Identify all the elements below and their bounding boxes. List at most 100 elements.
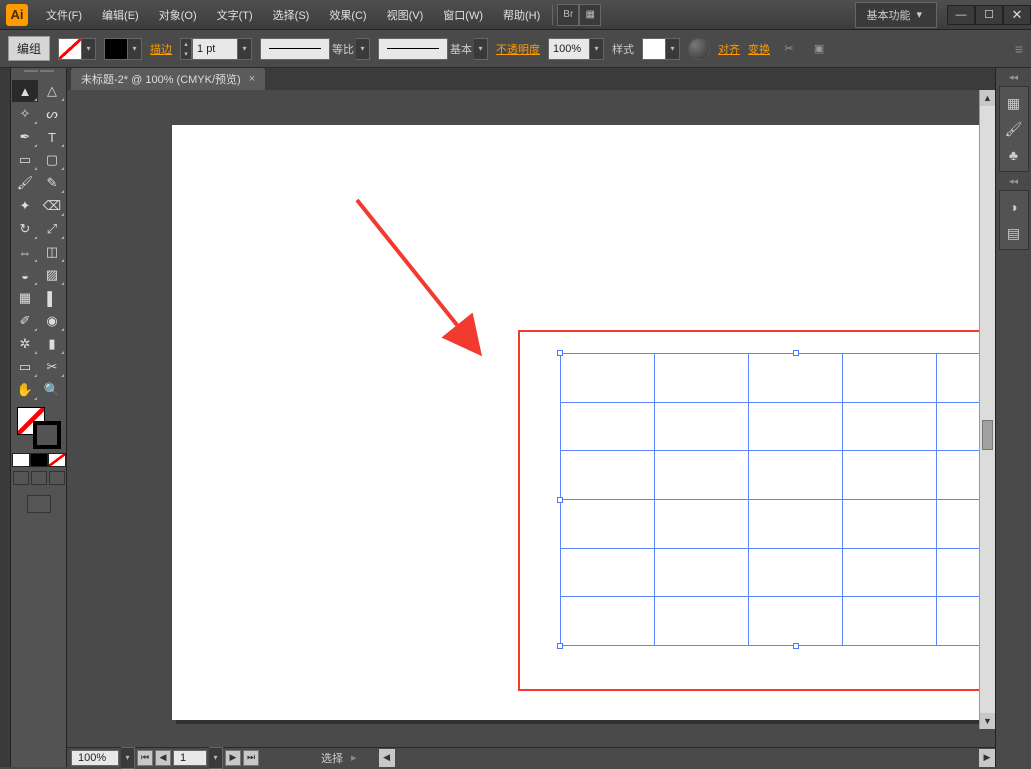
rectangular-grid-object[interactable] xyxy=(560,353,995,646)
color-mode-none[interactable] xyxy=(48,453,66,467)
menu-object[interactable]: 对象(O) xyxy=(151,3,205,27)
width-profile-dropdown[interactable]: ▾ xyxy=(356,38,370,60)
arrange-documents-button[interactable]: ▦ xyxy=(579,4,601,26)
brush-group[interactable]: 基本 ▾ xyxy=(378,38,488,60)
stroke-weight-dropdown[interactable]: ▾ xyxy=(238,38,252,60)
menu-effect[interactable]: 效果(C) xyxy=(321,3,374,27)
selection-handle-sw[interactable] xyxy=(557,643,563,649)
weight-increase[interactable]: ▴ xyxy=(181,39,191,49)
stroke-dropdown[interactable]: ▾ xyxy=(128,38,142,60)
blob-brush-tool[interactable]: ✦ xyxy=(12,195,38,217)
perspective-grid-tool[interactable]: ▨ xyxy=(39,264,65,286)
menu-select[interactable]: 选择(S) xyxy=(265,3,318,27)
document-tab[interactable]: 未标题-2* @ 100% (CMYK/预览) × xyxy=(71,68,265,90)
dock-expand-top[interactable]: ◂◂ xyxy=(999,72,1029,82)
menu-file[interactable]: 文件(F) xyxy=(38,3,90,27)
pencil-tool[interactable]: ✎ xyxy=(39,172,65,194)
recolor-artwork-button[interactable] xyxy=(688,38,710,60)
bridge-button[interactable]: Br xyxy=(557,4,579,26)
rotate-tool[interactable]: ↻ xyxy=(12,218,38,240)
blend-tool[interactable]: ◉ xyxy=(39,310,65,332)
scale-tool[interactable]: ⤢ xyxy=(39,218,65,240)
shape-builder-tool[interactable]: ◒ xyxy=(12,264,38,286)
dock-expand-mid[interactable]: ◂◂ xyxy=(999,176,1029,186)
rectangle-tool[interactable]: ▢ xyxy=(39,149,65,171)
fill-swatch[interactable] xyxy=(58,38,82,60)
color-panel-icon[interactable]: ◑ xyxy=(1004,197,1024,217)
vertical-scroll-thumb[interactable] xyxy=(982,420,993,450)
draw-behind[interactable] xyxy=(31,471,47,485)
free-transform-tool[interactable]: ◫ xyxy=(39,241,65,263)
scroll-down-arrow[interactable]: ▼ xyxy=(980,713,995,729)
zoom-level-field[interactable]: 100% xyxy=(71,750,119,766)
eraser-tool[interactable]: ⌫ xyxy=(39,195,65,217)
symbols-panel-icon[interactable]: ♣ xyxy=(1004,145,1024,165)
width-profile-sample[interactable] xyxy=(260,38,330,60)
zoom-tool[interactable]: 🔍 xyxy=(39,379,65,401)
color-mode-gradient[interactable] xyxy=(30,453,48,467)
style-group[interactable]: ▾ xyxy=(642,38,680,60)
edit-clipping-icon[interactable]: ▣ xyxy=(808,38,830,60)
menu-window[interactable]: 窗口(W) xyxy=(435,3,491,27)
selection-handle-nw[interactable] xyxy=(557,350,563,356)
magic-wand-tool[interactable]: ✧ xyxy=(12,103,38,125)
draw-normal[interactable] xyxy=(13,471,29,485)
close-tab-icon[interactable]: × xyxy=(249,73,255,85)
opacity-field[interactable]: 100% xyxy=(548,38,590,60)
brush-sample[interactable] xyxy=(378,38,448,60)
scroll-left-arrow[interactable]: ◀ xyxy=(379,749,395,767)
slice-tool[interactable]: ✂ xyxy=(39,356,65,378)
maximize-button[interactable]: ☐ xyxy=(975,5,1003,25)
canvas-viewport[interactable]: ▲ ▼ xyxy=(67,90,995,747)
horizontal-scrollbar[interactable]: ◀ ▶ xyxy=(379,749,995,767)
status-flyout-icon[interactable]: ▸ xyxy=(351,751,357,764)
graphic-style-dropdown[interactable]: ▾ xyxy=(666,38,680,60)
menu-edit[interactable]: 编辑(E) xyxy=(94,3,147,27)
controlbar-flyout-icon[interactable]: ≡ xyxy=(1015,41,1023,57)
minimize-button[interactable]: — xyxy=(947,5,975,25)
width-tool[interactable]: ⇔ xyxy=(12,241,38,263)
toolbox-grip[interactable] xyxy=(11,70,66,78)
color-mode-solid[interactable] xyxy=(12,453,30,467)
isolate-group-icon[interactable]: ✂ xyxy=(778,38,800,60)
artboard-next-button[interactable]: ▶ xyxy=(225,750,241,766)
stroke-weight-field[interactable]: 1 pt xyxy=(192,38,238,60)
selection-tool[interactable]: ▲ xyxy=(12,80,38,102)
line-segment-tool[interactable]: ▭ xyxy=(12,149,38,171)
column-graph-tool[interactable]: ▮ xyxy=(39,333,65,355)
screen-mode-button[interactable] xyxy=(27,495,51,513)
selection-handle-w[interactable] xyxy=(557,497,563,503)
scroll-right-arrow[interactable]: ▶ xyxy=(979,749,995,767)
artboard-first-button[interactable]: ⏮ xyxy=(137,750,153,766)
artboard-tool[interactable]: ▭ xyxy=(12,356,38,378)
opacity-panel-link[interactable]: 不透明度 xyxy=(496,41,540,57)
lasso-tool[interactable]: ᔕ xyxy=(39,103,65,125)
align-panel-link[interactable]: 对齐 xyxy=(718,41,740,57)
gradient-tool[interactable]: ▌ xyxy=(39,287,65,309)
graphic-style-swatch[interactable] xyxy=(642,38,666,60)
artboard-dropdown[interactable]: ▾ xyxy=(209,747,223,769)
opacity-dropdown[interactable]: ▾ xyxy=(590,38,604,60)
brushes-panel-icon[interactable]: 🖌 xyxy=(1004,119,1024,139)
stroke-weight-group[interactable]: ▴ ▾ 1 pt ▾ xyxy=(180,38,252,60)
color-guide-panel-icon[interactable]: ▤ xyxy=(1004,223,1024,243)
vertical-scrollbar[interactable]: ▲ ▼ xyxy=(979,90,995,729)
artboard-prev-button[interactable]: ◀ xyxy=(155,750,171,766)
opacity-group[interactable]: 100% ▾ xyxy=(548,38,604,60)
hand-tool[interactable]: ✋ xyxy=(12,379,38,401)
menu-help[interactable]: 帮助(H) xyxy=(495,3,548,27)
brush-dropdown[interactable]: ▾ xyxy=(474,38,488,60)
fill-dropdown[interactable]: ▾ xyxy=(82,38,96,60)
artboard-last-button[interactable]: ⏭ xyxy=(243,750,259,766)
scroll-up-arrow[interactable]: ▲ xyxy=(980,90,995,106)
fill-stroke-indicator[interactable] xyxy=(17,407,61,449)
zoom-dropdown[interactable]: ▾ xyxy=(121,747,135,769)
stroke-swatch-group[interactable]: ▾ xyxy=(104,38,142,60)
symbol-sprayer-tool[interactable]: ✲ xyxy=(12,333,38,355)
variable-width-group[interactable]: 等比 ▾ xyxy=(260,38,370,60)
paintbrush-tool[interactable]: 🖌 xyxy=(12,172,38,194)
stroke-indicator[interactable] xyxy=(33,421,61,449)
artboard-index-field[interactable]: 1 xyxy=(173,750,207,766)
weight-decrease[interactable]: ▾ xyxy=(181,49,191,59)
menu-type[interactable]: 文字(T) xyxy=(209,3,261,27)
